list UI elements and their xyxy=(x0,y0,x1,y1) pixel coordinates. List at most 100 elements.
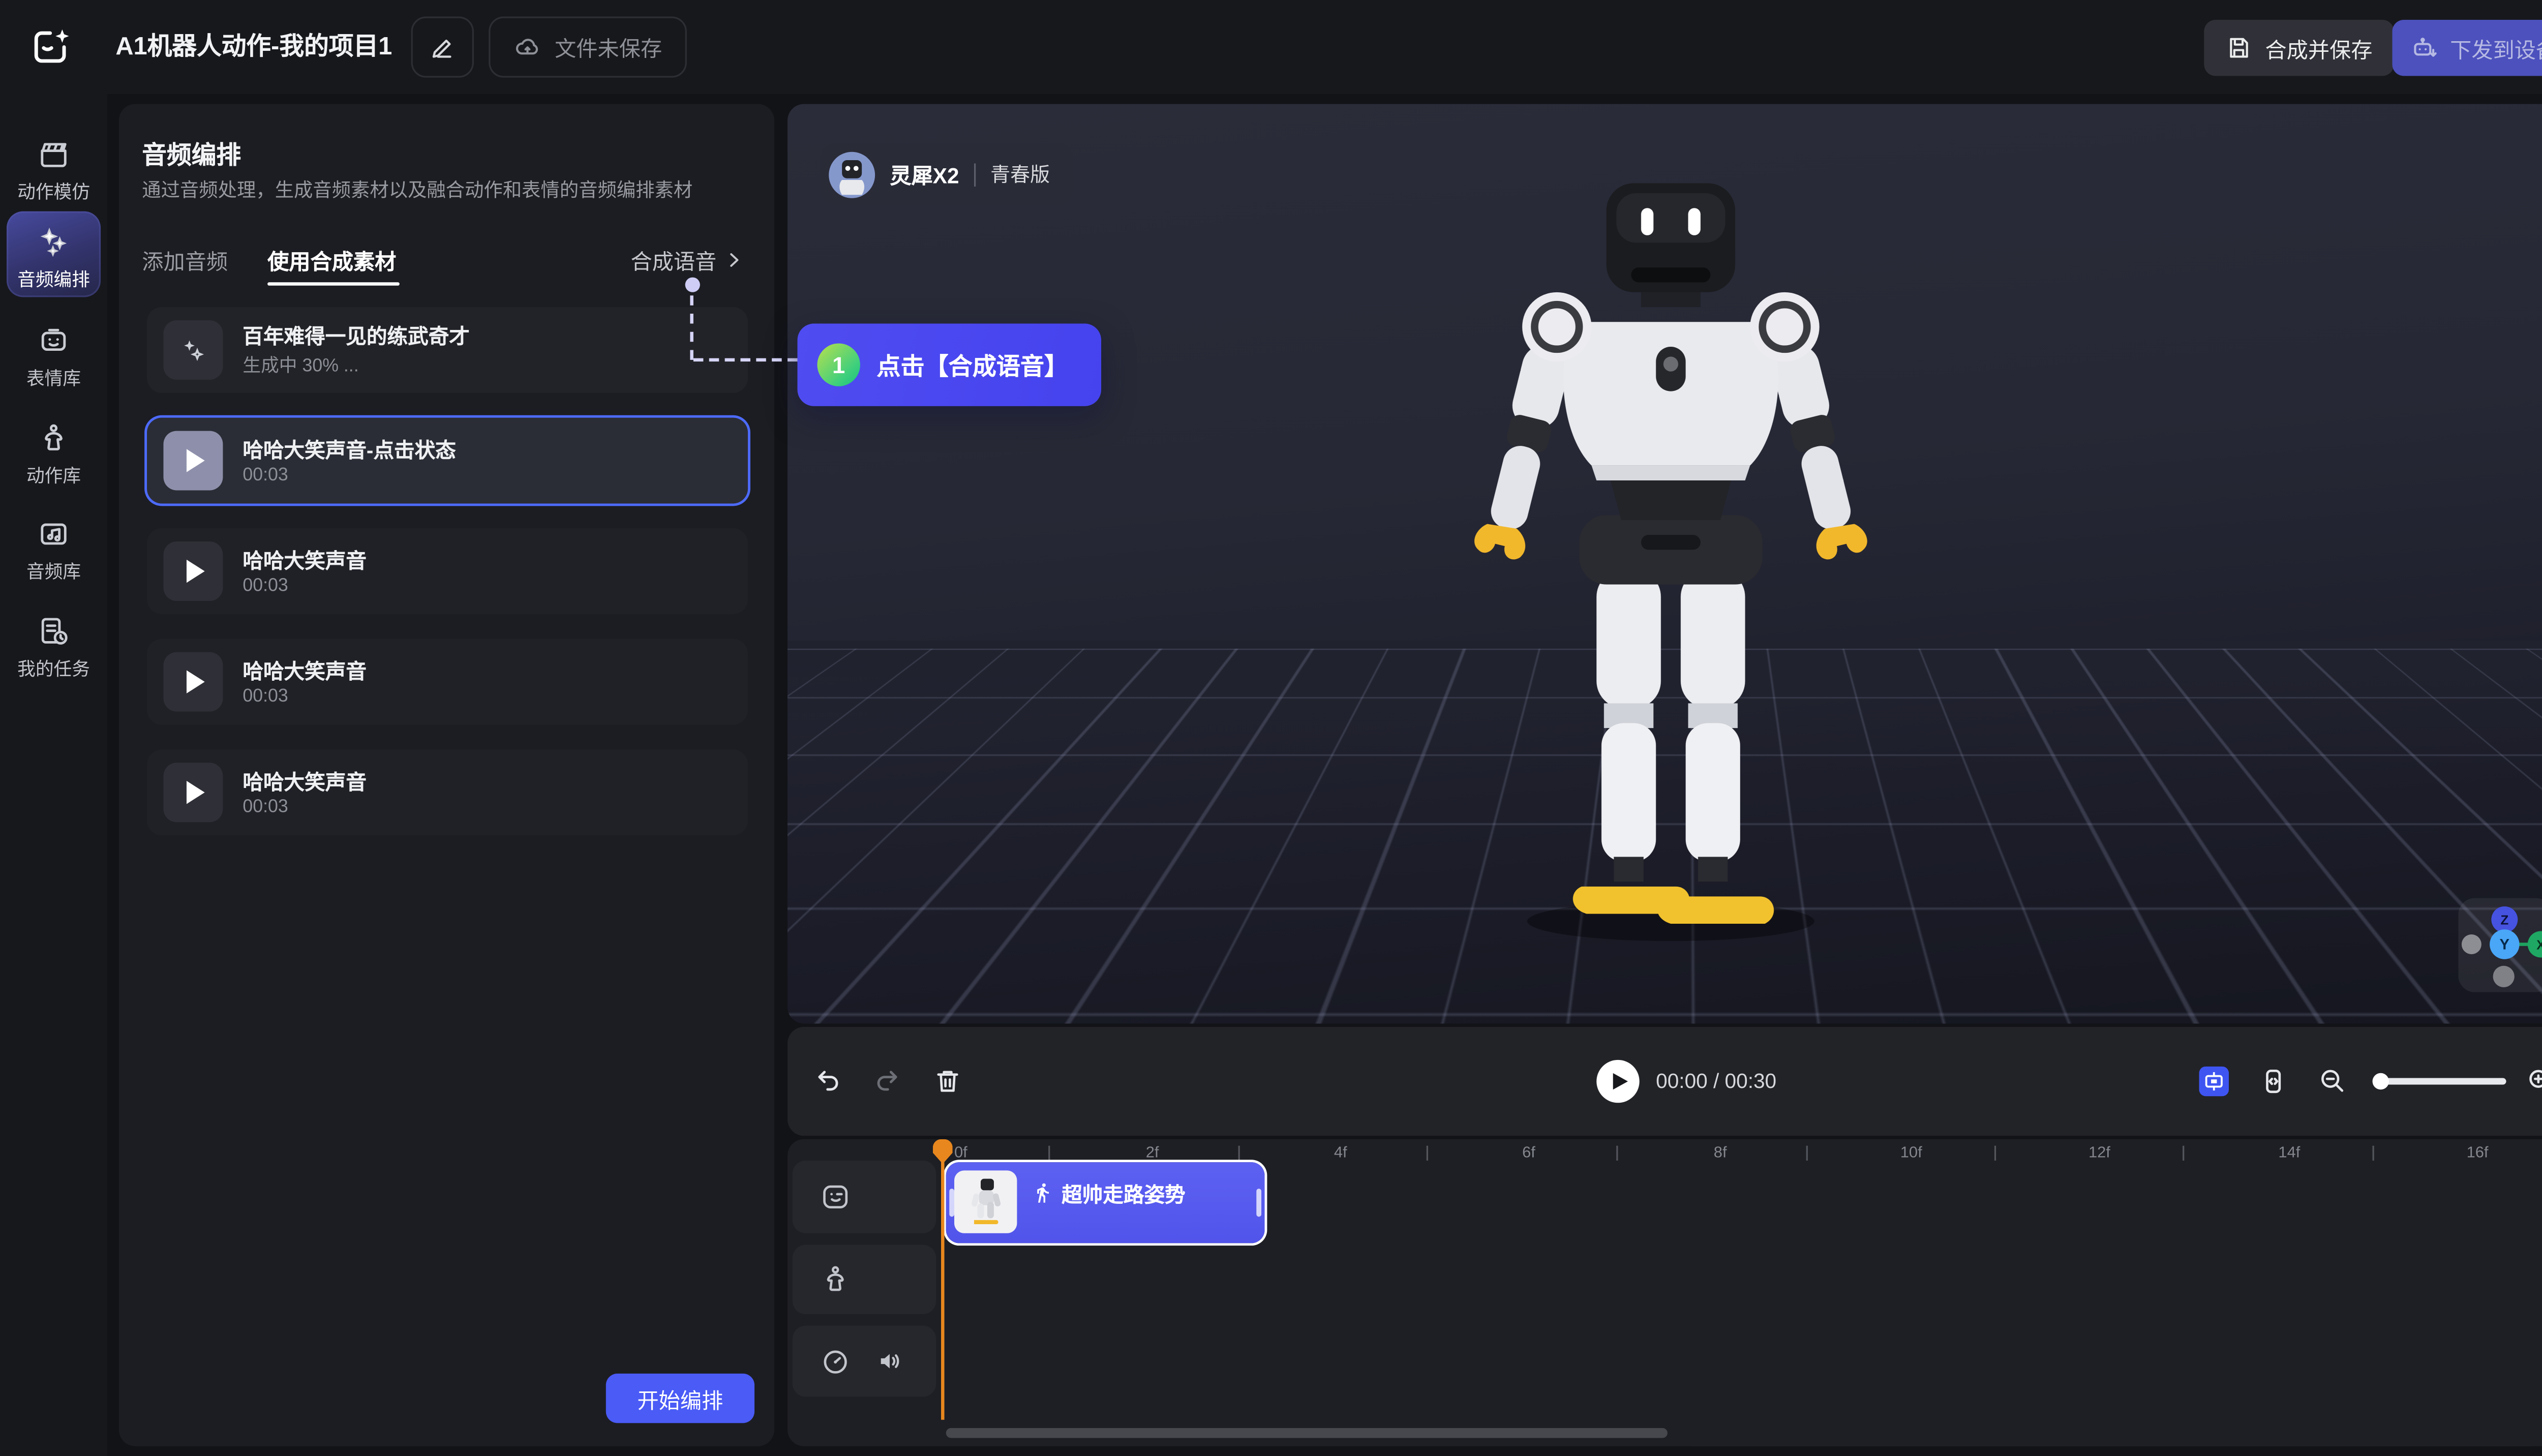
delete-button[interactable] xyxy=(933,1067,962,1096)
tab-use-synth-material[interactable]: 使用合成素材 xyxy=(267,245,396,276)
play-button[interactable] xyxy=(163,431,223,491)
audio-item-duration: 00:03 xyxy=(243,798,367,818)
clapperboard-icon xyxy=(36,137,71,172)
robot-model[interactable] xyxy=(1423,173,1918,966)
audio-item-selected[interactable]: 哈哈大笑声音-点击状态 00:03 xyxy=(147,418,748,504)
clip-trim-handle-left[interactable] xyxy=(949,1189,954,1217)
nav-item-action-library[interactable]: 动作库 xyxy=(7,421,101,489)
zoom-out-button[interactable] xyxy=(2318,1067,2347,1096)
audio-item[interactable]: 哈哈大笑声音 00:03 xyxy=(147,639,748,725)
audio-arrange-panel: 音频编排 通过音频处理，生成音频素材以及融合动作和表情的音频编排素材 添加音频 … xyxy=(119,104,774,1446)
sparkles-icon xyxy=(36,225,71,259)
axis-x-handle[interactable]: X xyxy=(2528,931,2542,958)
play-button[interactable] xyxy=(163,541,223,601)
audio-item-duration: 00:03 xyxy=(243,687,367,707)
zoom-in-button[interactable] xyxy=(2526,1067,2542,1096)
audio-item[interactable]: 哈哈大笑声音 00:03 xyxy=(147,528,748,614)
face-wink-icon xyxy=(819,1180,852,1214)
deploy-to-device-button[interactable]: 下发到设备 xyxy=(2392,20,2542,76)
app-window: A1机器人动作-我的项目1 文件未保存 合成并保存 下发到设备 xyxy=(0,0,2542,1456)
ruler-label: 14f xyxy=(2278,1144,2300,1162)
generating-sparkles-icon xyxy=(163,320,223,380)
nav-item-expression-library[interactable]: 表情库 xyxy=(7,323,101,391)
ruler-tick xyxy=(1994,1146,1996,1161)
deploy-to-device-label: 下发到设备 xyxy=(2450,32,2542,64)
redo-button[interactable] xyxy=(872,1067,901,1096)
nav-label: 音频库 xyxy=(26,558,81,585)
nav-label: 动作模仿 xyxy=(17,178,90,205)
project-title: A1机器人动作-我的项目1 xyxy=(115,0,392,94)
audio-item-title: 哈哈大笑声音 xyxy=(243,767,367,798)
cloud-icon xyxy=(513,33,541,61)
start-arrange-button[interactable]: 开始编排 xyxy=(606,1374,754,1423)
robot-model-badge: 灵犀X2 青春版 xyxy=(821,144,1073,205)
timeline-clip-walk-pose[interactable]: 超帅走路姿势 xyxy=(946,1162,1265,1243)
chevron-right-icon xyxy=(723,249,744,270)
task-list-clock-icon xyxy=(36,614,71,649)
playhead-line[interactable] xyxy=(941,1142,944,1420)
nav-label: 我的任务 xyxy=(17,655,90,682)
ruler-label: 2f xyxy=(1146,1144,1159,1162)
nav-item-motion-mimic[interactable]: 动作模仿 xyxy=(7,137,101,205)
axis-neg-z-handle[interactable] xyxy=(2493,966,2515,987)
playback-toolbar: 00:00 / 00:30 xyxy=(788,1027,2542,1136)
walking-person-icon xyxy=(1032,1182,1053,1203)
clip-title: 超帅走路姿势 xyxy=(1062,1177,1186,1208)
ruler-label: 10f xyxy=(1900,1144,1922,1162)
insert-track-icon xyxy=(2202,1070,2225,1093)
speaker-icon xyxy=(875,1346,906,1377)
robot-face-icon xyxy=(36,323,71,358)
dial-icon xyxy=(819,1345,852,1378)
play-button[interactable] xyxy=(163,652,223,712)
pencil-icon xyxy=(429,34,456,60)
axis-z-handle[interactable]: Z xyxy=(2491,906,2518,933)
insert-track-button[interactable] xyxy=(2199,1067,2229,1096)
playhead-handle[interactable] xyxy=(933,1139,953,1164)
guide-connector-vertical xyxy=(690,295,693,360)
timeline-horizontal-scrollbar[interactable] xyxy=(946,1428,1668,1438)
ruler-tick xyxy=(1616,1146,1618,1161)
nav-item-my-tasks[interactable]: 我的任务 xyxy=(7,614,101,682)
axis-y-handle[interactable]: Y xyxy=(2490,929,2519,959)
axis-neg-x-handle[interactable] xyxy=(2462,934,2482,954)
guide-connector-horizontal xyxy=(693,358,798,361)
axis-gizmo[interactable]: Z X Y xyxy=(2458,898,2542,992)
guide-anchor-dot xyxy=(685,278,700,292)
clip-thumbnail xyxy=(954,1170,1017,1233)
step-number-badge: 1 xyxy=(817,343,860,386)
clip-trim-handle-right[interactable] xyxy=(1256,1189,1261,1217)
undo-button[interactable] xyxy=(814,1067,843,1096)
play-button[interactable] xyxy=(163,763,223,822)
robot-3d-viewport[interactable]: 灵犀X2 青春版 Z X Y xyxy=(788,104,2542,1024)
ruler-label: 12f xyxy=(2089,1144,2110,1162)
person-icon xyxy=(819,1263,852,1296)
nav-label: 表情库 xyxy=(26,365,81,391)
expression-track-header[interactable] xyxy=(793,1161,936,1233)
synthesize-save-button[interactable]: 合成并保存 xyxy=(2204,20,2394,76)
tab-add-audio[interactable]: 添加音频 xyxy=(142,245,228,276)
clip-title-row: 超帅走路姿势 xyxy=(1032,1177,1186,1208)
robot-name: 灵犀X2 xyxy=(890,159,959,190)
fit-clip-button[interactable] xyxy=(2258,1067,2288,1096)
play-icon xyxy=(187,670,205,693)
timeline-zoom-slider[interactable] xyxy=(2374,1078,2506,1085)
nav-item-audio-library[interactable]: 音频库 xyxy=(7,517,101,584)
audio-item-duration: 00:03 xyxy=(243,577,367,597)
play-button[interactable] xyxy=(1596,1060,1639,1103)
ruler-label: 4f xyxy=(1334,1144,1347,1162)
rename-project-button[interactable] xyxy=(411,16,474,77)
synthesize-voice-link[interactable]: 合成语音 xyxy=(630,245,744,276)
audio-item-duration: 00:03 xyxy=(243,466,456,486)
file-status-text: 文件未保存 xyxy=(555,32,662,63)
action-track-header[interactable] xyxy=(793,1245,936,1314)
slider-knob[interactable] xyxy=(2373,1073,2389,1089)
audio-track-header[interactable] xyxy=(793,1326,936,1397)
synthesize-save-label: 合成并保存 xyxy=(2265,32,2372,64)
nav-item-audio-arrange[interactable]: 音频编排 xyxy=(7,211,101,297)
synthesize-voice-label: 合成语音 xyxy=(630,245,716,276)
ruler-tick xyxy=(1806,1146,1808,1161)
guide-step-label: 点击【合成语音】 xyxy=(876,348,1068,382)
audio-item[interactable]: 哈哈大笑声音 00:03 xyxy=(147,749,748,835)
audio-item-generating[interactable]: 百年难得一见的练武奇才 生成中 30% ... xyxy=(147,307,748,393)
robot-avatar xyxy=(829,151,875,197)
